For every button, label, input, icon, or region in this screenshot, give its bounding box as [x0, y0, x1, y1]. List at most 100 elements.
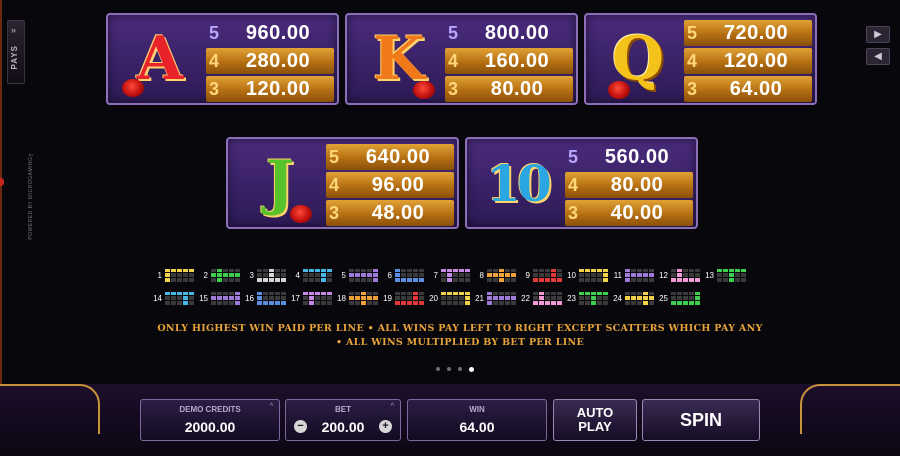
- paytable-card-a: A 5 960.00 4 280.00 3 120.00: [106, 13, 339, 105]
- payline-number: 7: [433, 270, 438, 280]
- bet-decrease-button[interactable]: −: [294, 420, 307, 433]
- symbol-q-icon: Q: [594, 21, 678, 101]
- payline-item: 10: [564, 268, 608, 282]
- payline-item: 21: [472, 291, 516, 305]
- payline-grid-icon: [257, 268, 286, 282]
- paytable-card-q: Q 5 720.00 4 120.00 3 64.00: [584, 13, 817, 105]
- payline-item: 25: [656, 291, 700, 305]
- pay-value: 96.00: [371, 173, 425, 196]
- next-page-button[interactable]: ▶: [866, 26, 890, 43]
- ornament-right: [800, 384, 900, 434]
- payline-item: 1: [150, 268, 194, 282]
- demo-credits-label: DEMO CREDITS: [179, 405, 241, 414]
- payline-grid-icon: [165, 268, 194, 282]
- rose-icon: [290, 205, 312, 223]
- payline-grid-icon: [625, 268, 654, 282]
- pay-row: 5 800.00: [445, 20, 573, 46]
- symbol-k-icon: K: [355, 21, 439, 101]
- payline-number: 6: [387, 270, 392, 280]
- payline-item: 2: [196, 268, 240, 282]
- payline-number: 12: [659, 270, 668, 280]
- demo-credits-panel[interactable]: ^ DEMO CREDITS 2000.00: [140, 399, 280, 441]
- payline-grid-icon: [625, 291, 654, 305]
- pay-table: 5 960.00 4 280.00 3 120.00: [206, 20, 334, 104]
- pay-row: 3 40.00: [565, 200, 693, 226]
- symbol-10-icon: 10: [475, 145, 559, 225]
- payline-item: 9: [518, 268, 562, 282]
- autoplay-button[interactable]: AUTO PLAY: [553, 399, 637, 441]
- payline-item: 17: [288, 291, 332, 305]
- autoplay-label-1: AUTO: [576, 405, 614, 420]
- payline-item: 15: [196, 291, 240, 305]
- page-indicator: [436, 367, 474, 372]
- pay-row: 3 48.00: [326, 200, 454, 226]
- pay-count: 5: [447, 22, 458, 43]
- pay-value: 160.00: [484, 49, 550, 72]
- symbol-letter: 10: [486, 153, 552, 213]
- page-dot[interactable]: [436, 367, 440, 371]
- payline-grid-icon: [395, 291, 424, 305]
- double-chevron-icon: »: [11, 25, 17, 35]
- page-dot[interactable]: [458, 367, 462, 371]
- pay-count: 4: [567, 174, 578, 195]
- frame-red-accent: [0, 178, 4, 186]
- payline-item: 22: [518, 291, 562, 305]
- payline-item: 13: [702, 268, 746, 282]
- payline-number: 3: [249, 270, 254, 280]
- pay-value: 960.00: [245, 21, 311, 44]
- prev-page-button[interactable]: ◀: [866, 48, 890, 65]
- autoplay-label-2: PLAY: [578, 419, 612, 434]
- payline-item: 24: [610, 291, 654, 305]
- payline-number: 24: [613, 293, 622, 303]
- payline-number: 20: [429, 293, 438, 303]
- payline-number: 11: [613, 270, 622, 280]
- pay-row: 5 640.00: [326, 144, 454, 170]
- pay-row: 3 120.00: [206, 76, 334, 102]
- pay-value: 280.00: [245, 49, 311, 72]
- pay-value: 120.00: [245, 77, 311, 100]
- pay-count: 4: [447, 50, 458, 71]
- paylines-row: 14 15 16 17 18 19 20 21 22 23 24 25: [150, 288, 790, 308]
- pay-row: 4 280.00: [206, 48, 334, 74]
- bet-increase-button[interactable]: +: [379, 420, 392, 433]
- payline-grid-icon: [303, 291, 332, 305]
- pay-count: 3: [328, 202, 339, 223]
- payline-number: 2: [203, 270, 208, 280]
- payline-grid-icon: [533, 291, 562, 305]
- rose-icon: [413, 81, 435, 99]
- payline-item: 3: [242, 268, 286, 282]
- payline-number: 14: [153, 293, 162, 303]
- payline-item: 20: [426, 291, 470, 305]
- payline-grid-icon: [671, 291, 700, 305]
- payline-grid-icon: [303, 268, 332, 282]
- payline-number: 4: [295, 270, 300, 280]
- pay-count: 5: [686, 22, 697, 43]
- pay-value: 40.00: [610, 201, 664, 224]
- page-dot[interactable]: [469, 367, 474, 372]
- pay-row: 4 160.00: [445, 48, 573, 74]
- paylines-row: 1 2 3 4 5 6 7 8 9 10 11 12 13: [150, 265, 790, 285]
- pay-count: 3: [686, 78, 697, 99]
- payline-number: 21: [475, 293, 484, 303]
- demo-credits-value: 2000.00: [184, 419, 236, 435]
- rose-icon: [608, 81, 630, 99]
- payline-number: 16: [245, 293, 254, 303]
- pay-value: 48.00: [371, 201, 425, 224]
- pay-count: 3: [447, 78, 458, 99]
- pay-count: 5: [567, 146, 578, 167]
- payline-grid-icon: [349, 268, 378, 282]
- pay-row: 4 80.00: [565, 172, 693, 198]
- paytable-card-k: K 5 800.00 4 160.00 3 80.00: [345, 13, 578, 105]
- pay-value: 640.00: [365, 145, 431, 168]
- pay-row: 5 960.00: [206, 20, 334, 46]
- payline-number: 5: [341, 270, 346, 280]
- spin-button[interactable]: SPIN: [642, 399, 760, 441]
- paytable-card-10: 10 5 560.00 4 80.00 3 40.00: [465, 137, 698, 229]
- payline-item: 16: [242, 291, 286, 305]
- caret-up-icon: ^: [269, 403, 273, 410]
- payline-number: 25: [659, 293, 668, 303]
- page-dot[interactable]: [447, 367, 451, 371]
- pay-value: 64.00: [729, 77, 783, 100]
- pays-side-tab[interactable]: » PAYS: [7, 20, 25, 84]
- pay-table: 5 800.00 4 160.00 3 80.00: [445, 20, 573, 104]
